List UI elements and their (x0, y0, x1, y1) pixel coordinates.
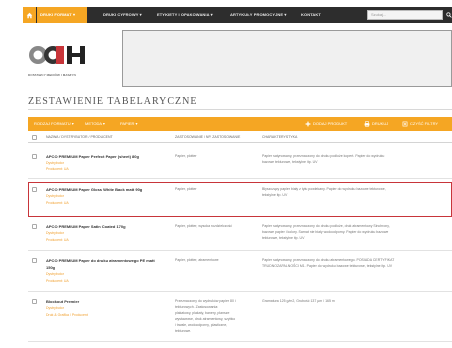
row-checkbox[interactable] (32, 299, 37, 304)
nav-kontakt[interactable]: KONTAKT (298, 7, 324, 23)
usage-line: tekturowych. Zastosowania: (175, 305, 219, 309)
usage-line: i trwałe, wodoodporny, plasticzne, (175, 323, 228, 327)
product-name-link[interactable]: APCO PREMIUM Paper Perfect Paper (sheet)… (46, 154, 139, 159)
clear-filters-label: CZYŚĆ FILTRY (410, 121, 439, 126)
producer-link[interactable]: Producent: UA (46, 238, 69, 242)
characteristics-line: Papier satynowany, przeznaczony do druku… (262, 154, 385, 158)
producer-link[interactable]: Producent: UA (46, 201, 69, 205)
row-divider (28, 291, 452, 292)
product-name-link[interactable]: Blockout Premier (46, 299, 79, 304)
product-name-link[interactable]: APCO PREMIUM Paper do druku atramentoweg… (46, 258, 155, 263)
characteristics-line: TRUDNOZAPALNOŚCI M1. Papier do wydruku b… (262, 264, 393, 268)
filter-papier[interactable]: PAPIER ▾ (120, 117, 138, 131)
producer-link[interactable]: Druk & Grafika / Producent (46, 313, 88, 317)
distributor-link[interactable]: Dystrybutor (46, 272, 64, 276)
column-header-characteristics[interactable]: CHARAKTERYSTYKA (262, 135, 297, 139)
distributor-link[interactable]: Dystrybutor (46, 231, 64, 235)
banner-placeholder (122, 30, 452, 87)
usage-text: Papier, plotter (175, 187, 197, 191)
distributor-link[interactable]: Dystrybutor (46, 161, 64, 165)
filter-metoda[interactable]: METODA ▾ (85, 117, 105, 131)
plus-icon (305, 121, 311, 127)
add-product-button[interactable]: DODAJ PRODUKT (305, 117, 347, 131)
add-product-label: DODAJ PRODUKT (313, 121, 348, 126)
page-title: ZESTAWIENIE TABELARYCZNE (28, 96, 198, 107)
nav-artykuly-promocyjne[interactable]: ARTYKUŁY PROMOCYJNE ▾ (227, 7, 290, 23)
product-name-link[interactable]: 150g (46, 265, 55, 270)
usage-line: plakatowy, plakaty, banery, plansze (175, 311, 230, 315)
nav-druki-format[interactable]: DRUKI FORMAT ▾ (37, 7, 87, 23)
row-divider (28, 341, 452, 342)
row-checkbox[interactable] (32, 187, 37, 192)
title-divider (28, 109, 452, 110)
filter-rodzaj-formatu[interactable]: RODZAJ FORMATU ▾ (34, 117, 74, 131)
row-divider (28, 178, 452, 179)
select-all-checkbox[interactable] (32, 135, 37, 140)
characteristics-line: tekstylne itp. UV (262, 193, 288, 197)
distributor-link[interactable]: Dystrybutor (46, 194, 64, 198)
search-input[interactable]: Szukaj... (367, 10, 443, 20)
clear-icon (402, 121, 408, 127)
characteristics-line: bazowe papier i kolory. Sarnat nie biały… (262, 230, 389, 234)
search-icon[interactable] (446, 11, 452, 19)
column-header-name[interactable]: NAZWA / DYSTRYBUTOR / PRODUCENT (46, 135, 113, 139)
row-divider (28, 250, 452, 251)
column-header-usage[interactable]: ZASTOSOWANIE / NP. ZASTOSOWANIE (175, 135, 240, 139)
characteristics-line: Papier satynowany, przeznaczony do druku… (262, 224, 390, 228)
usage-text: Papier, plotter, atramentowe (175, 258, 219, 262)
product-name-link[interactable]: APCO PREMIUM Paper Satin Coated 170g (46, 224, 126, 229)
characteristics-line: tekturowe, tekstylne itp. UV (262, 236, 305, 240)
row-checkbox[interactable] (32, 154, 37, 159)
characteristics-line: Papier satynowany, przeznaczony do druku… (262, 258, 395, 262)
distributor-link[interactable]: Dystrybutor (46, 306, 64, 310)
row-checkbox[interactable] (32, 258, 37, 263)
usage-text: Papier, plotter, wysoka rozdzielczość (175, 224, 232, 228)
product-name-link[interactable]: APCO PREMIUM Paper Gloss White Back matt… (46, 187, 142, 192)
usage-line: Przeznaczony do wydruków papier 80 i (175, 299, 236, 303)
usage-line: wystawowe, druk atramentowy, szybko (175, 317, 236, 321)
usage-line: tekturowe. (175, 329, 192, 333)
clear-filters-button[interactable]: CZYŚĆ FILTRY (402, 117, 438, 131)
home-icon (26, 12, 33, 18)
home-button[interactable] (23, 7, 36, 23)
characteristics-line: Gramatura 125 g/m2, Grubość 137 µm / 165… (262, 299, 335, 303)
nav-druki-cyfrowy[interactable]: DRUKI CYFROWY ▾ (100, 7, 145, 23)
characteristics-line: Błyszczący papier biały z tyłu powlekany… (262, 187, 386, 191)
characteristics-line: bazowe tekturowe, tekstylne itp. UV (262, 160, 318, 164)
row-checkbox[interactable] (32, 224, 37, 229)
print-button[interactable]: DRUKUJ (364, 117, 388, 131)
printer-icon (364, 121, 370, 127)
usage-text: Papier, plotter (175, 154, 197, 158)
producer-link[interactable]: Producent: UA (46, 167, 69, 171)
print-label: DRUKUJ (372, 121, 389, 126)
logo-tagline: DOSTAWCY MEDIÓW I MASZYN (28, 73, 76, 77)
nav-etykiety[interactable]: ETYKIETY I OPAKOWANIA ▾ (154, 7, 216, 23)
producer-link[interactable]: Producent: UA (46, 279, 69, 283)
